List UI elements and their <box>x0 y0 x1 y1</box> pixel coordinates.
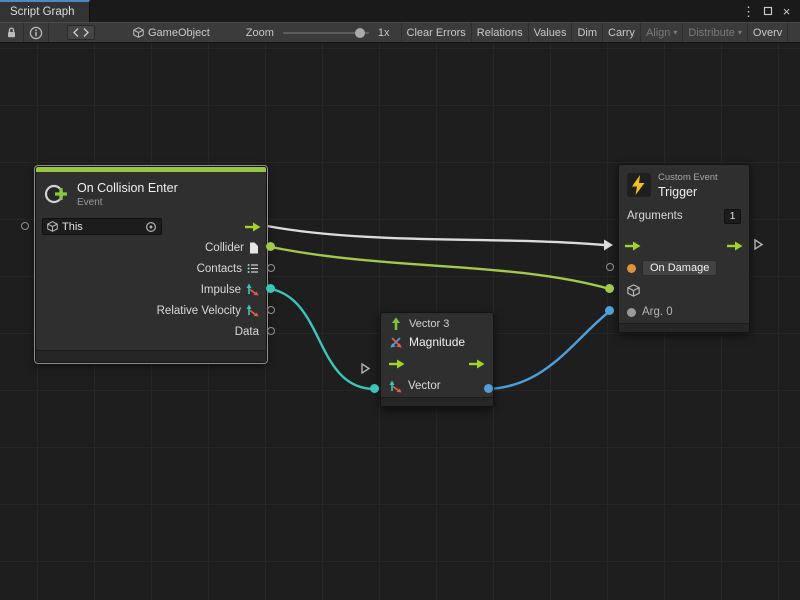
inspect-button[interactable] <box>24 23 49 42</box>
vector3-icon <box>389 317 403 331</box>
clear-errors-button[interactable]: Clear Errors <box>401 23 472 42</box>
custom-event-icon <box>627 173 651 197</box>
lock-button[interactable] <box>0 23 24 42</box>
port-label-relative-velocity: Relative Velocity <box>157 305 241 317</box>
flow-output-port[interactable] <box>245 222 261 232</box>
align-dropdown[interactable]: Align ▾ <box>640 23 683 42</box>
graph-toolbar: GameObject Zoom 1x Clear Errors Relation… <box>0 22 800 43</box>
port-label-data: Data <box>235 326 259 338</box>
flow-output-port[interactable] <box>469 359 485 369</box>
zoom-label: Zoom <box>242 23 278 42</box>
magnitude-output-port[interactable] <box>484 384 493 393</box>
impulse-output-port[interactable] <box>266 284 275 293</box>
edit-graph-button[interactable] <box>67 25 95 40</box>
wire-flow-arrowhead <box>604 240 613 251</box>
info-icon <box>29 26 43 40</box>
cube-icon <box>133 27 144 38</box>
vector-axes-icon <box>246 304 259 317</box>
wire-magnitude-to-arg0[interactable] <box>489 311 610 389</box>
window-controls: ⋮ × <box>740 0 800 22</box>
chevron-down-icon: ▾ <box>673 28 677 37</box>
gameobject-selector[interactable]: GameObject <box>129 23 214 42</box>
menu-icon[interactable]: ⋮ <box>740 2 757 20</box>
node-title: Vector 3 <box>409 318 449 330</box>
node-kind: Custom Event <box>658 172 718 183</box>
values-button[interactable]: Values <box>528 23 573 42</box>
data-output-port[interactable] <box>267 327 275 335</box>
node-divider <box>619 227 749 235</box>
tab-script-graph[interactable]: Script Graph <box>0 0 90 22</box>
node-trigger-custom-event[interactable]: Custom Event Trigger Arguments 1 On Dama… <box>618 164 750 333</box>
zoom-slider[interactable] <box>283 32 369 34</box>
trigger-flow-output-indicator[interactable] <box>753 238 764 251</box>
zoom-value: 1x <box>374 23 394 42</box>
event-target-input-port[interactable] <box>605 284 614 293</box>
wire-flow[interactable] <box>267 226 604 245</box>
arguments-count-field[interactable]: 1 <box>724 209 741 224</box>
relations-button[interactable]: Relations <box>471 23 529 42</box>
port-label-impulse: Impulse <box>201 284 241 296</box>
event-icon <box>44 181 70 207</box>
flow-input-port[interactable] <box>389 359 405 369</box>
node-title: On Collision Enter <box>77 181 178 195</box>
event-name-port-dot[interactable] <box>627 264 636 273</box>
graph-canvas[interactable]: On Collision Enter Event This <box>0 43 800 600</box>
carry-button[interactable]: Carry <box>602 23 641 42</box>
port-label-arg0: Arg. 0 <box>642 306 673 318</box>
event-name-field[interactable]: On Damage <box>642 260 717 276</box>
lock-icon <box>5 26 18 39</box>
node-footer <box>381 397 493 406</box>
tab-title: Script Graph <box>10 6 75 18</box>
event-name-input-port[interactable] <box>606 263 614 271</box>
flow-output-port[interactable] <box>727 241 743 251</box>
node-footer <box>619 323 749 332</box>
chevron-down-icon: ▾ <box>738 28 742 37</box>
node-operation: Magnitude <box>409 335 465 349</box>
node-title: Trigger <box>658 185 718 199</box>
cube-icon <box>627 284 640 297</box>
list-icon <box>247 263 259 274</box>
port-label-collider: Collider <box>205 242 244 254</box>
node-on-collision-enter[interactable]: On Collision Enter Event This <box>35 166 267 363</box>
port-label-vector: Vector <box>408 380 441 392</box>
object-picker-icon[interactable] <box>145 221 157 233</box>
magnitude-icon <box>389 335 403 349</box>
close-icon[interactable]: × <box>778 2 795 20</box>
zoom-slider-knob[interactable] <box>355 28 365 38</box>
code-icon <box>73 27 89 38</box>
vector-axes-icon <box>389 380 402 393</box>
this-object-field[interactable]: This <box>42 218 162 235</box>
cube-icon <box>47 221 58 232</box>
node-subtitle: Event <box>77 197 178 208</box>
vector-axes-icon <box>246 283 259 296</box>
tab-bar: Script Graph ⋮ × <box>0 0 800 22</box>
gameobject-label: GameObject <box>148 27 210 39</box>
file-icon <box>249 242 259 254</box>
port-label-contacts: Contacts <box>197 263 242 275</box>
dim-button[interactable]: Dim <box>571 23 603 42</box>
arg0-port-dot[interactable] <box>627 308 636 317</box>
unity-window: Script Graph ⋮ × <box>0 0 800 600</box>
collider-output-port[interactable] <box>266 242 275 251</box>
collision-target-input-port[interactable] <box>21 222 29 230</box>
wire-collider-to-event-target[interactable] <box>271 247 610 289</box>
this-value: This <box>62 221 83 233</box>
flow-input-port[interactable] <box>625 241 641 251</box>
distribute-dropdown[interactable]: Distribute ▾ <box>682 23 747 42</box>
relative-velocity-output-port[interactable] <box>267 306 275 314</box>
maximize-icon[interactable] <box>759 2 776 20</box>
vector-flow-input-indicator[interactable] <box>360 362 371 375</box>
vector-input-port[interactable] <box>370 384 379 393</box>
overview-button[interactable]: Overv <box>747 23 788 42</box>
node-vector3-magnitude[interactable]: Vector 3 Magnitude <box>380 312 494 407</box>
node-footer <box>36 350 266 362</box>
event-arg0-input-port[interactable] <box>605 306 614 315</box>
arguments-label: Arguments <box>627 210 683 222</box>
contacts-output-port[interactable] <box>267 264 275 272</box>
